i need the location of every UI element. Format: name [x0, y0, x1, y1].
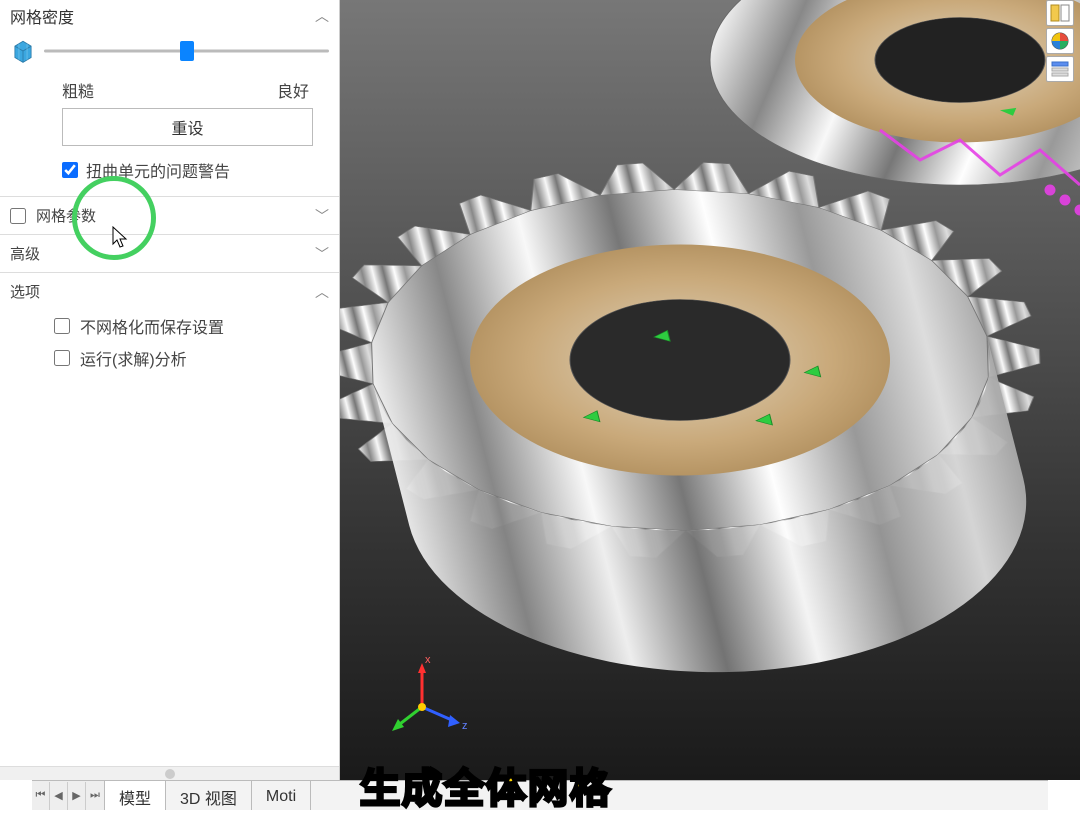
property-panel: 网格密度 ︿ 粗糙 良好 重设 [0, 0, 340, 780]
view-triad[interactable]: x y z [388, 651, 478, 746]
mesh-density-slider[interactable] [44, 39, 329, 63]
reset-button[interactable]: 重设 [62, 108, 313, 146]
3d-viewport[interactable]: x y z [340, 0, 1080, 780]
config-icon[interactable] [1046, 0, 1074, 26]
tab-nav-first[interactable]: ⏮ [32, 782, 50, 810]
tab-motion[interactable]: Moti [252, 781, 311, 810]
tab-3d-view[interactable]: 3D 视图 [166, 781, 252, 810]
tab-model[interactable]: 模型 [105, 781, 166, 810]
mesh-params-title: 网格参数 [36, 205, 96, 226]
display-pane-icon[interactable] [1046, 56, 1074, 82]
tab-nav-next[interactable]: ▶ [68, 782, 86, 810]
save-settings-checkbox[interactable] [54, 318, 70, 334]
overlay-caption: 生成全体网格 [360, 756, 612, 814]
warning-checkbox-label: 扭曲单元的问题警告 [86, 158, 230, 182]
gear-model-upper [640, 0, 1080, 330]
axis-z-label: z [462, 720, 468, 732]
run-analysis-label: 运行(求解)分析 [80, 346, 187, 370]
panel-scrollbar[interactable] [0, 766, 339, 780]
mesh-params-checkbox[interactable] [10, 208, 26, 224]
tab-nav-buttons: ⏮ ◀ ▶ ⏭ [32, 781, 105, 810]
appearance-icon[interactable] [1046, 28, 1074, 54]
mesh-density-title: 网格密度 [10, 4, 74, 28]
tab-nav-last[interactable]: ⏭ [86, 782, 104, 810]
advanced-section: 高级 ﹀ [0, 235, 339, 273]
coarse-label: 粗糙 [62, 78, 94, 102]
options-section: 选项 ︿ 不网格化而保存设置 运行(求解)分析 [0, 273, 339, 384]
chevron-up-icon[interactable]: ︿ [315, 282, 329, 302]
mesh-density-section: 网格密度 ︿ 粗糙 良好 重设 [0, 0, 339, 197]
fine-label: 良好 [277, 78, 309, 102]
advanced-title: 高级 [10, 243, 40, 264]
axis-x-label: x [425, 654, 431, 666]
run-analysis-checkbox[interactable] [54, 350, 70, 366]
right-toolbar [1046, 0, 1074, 82]
warning-checkbox[interactable] [62, 162, 78, 178]
chevron-down-icon[interactable]: ﹀ [315, 244, 329, 264]
mesh-cube-icon [10, 38, 36, 64]
chevron-up-icon[interactable]: ︿ [315, 6, 329, 26]
options-title: 选项 [10, 281, 40, 302]
chevron-down-icon[interactable]: ﹀ [315, 206, 329, 226]
save-settings-label: 不网格化而保存设置 [80, 314, 224, 338]
tab-nav-prev[interactable]: ◀ [50, 782, 68, 810]
mesh-params-section: 网格参数 ﹀ [0, 197, 339, 235]
